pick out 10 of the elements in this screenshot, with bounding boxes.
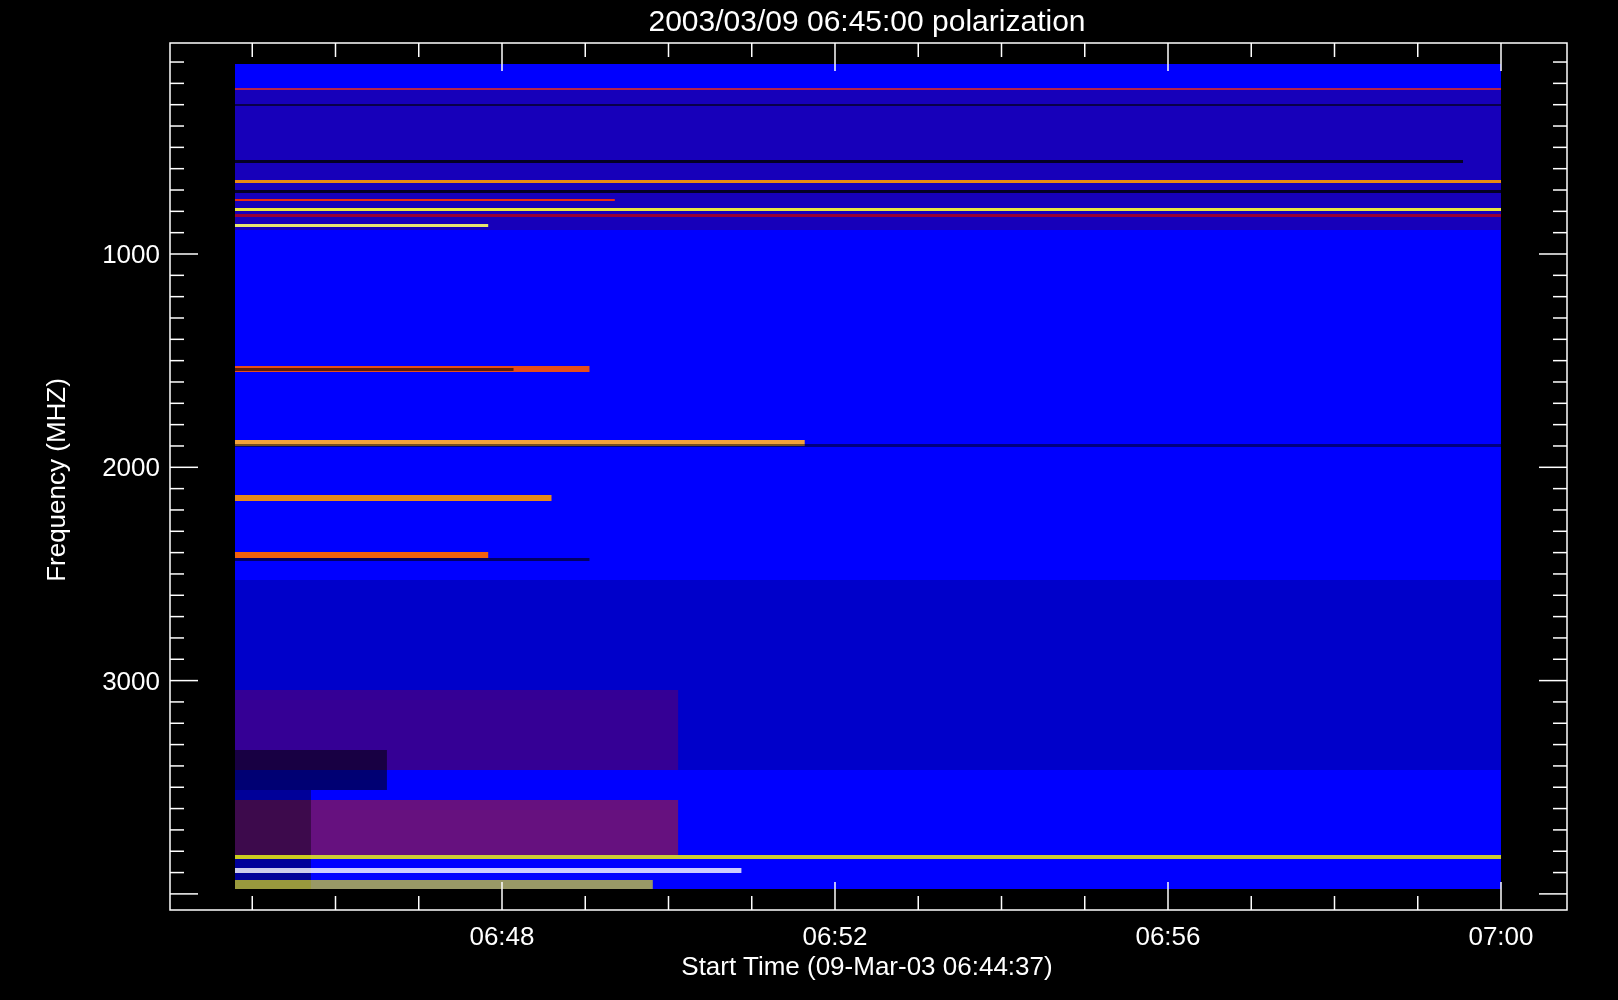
y-tick-label: 2000 [102, 452, 160, 483]
chart-title: 2003/03/09 06:45:00 polarization [648, 4, 1086, 37]
x-tick-label: 06:56 [1135, 921, 1201, 951]
x-tick-label: 07:00 [1468, 921, 1534, 951]
y-tick-label: 3000 [102, 665, 160, 696]
x-axis-label: Start Time (09-Mar-03 06:44:37) [681, 951, 1053, 981]
x-tick-label: 06:48 [469, 921, 535, 951]
y-axis-label: Frequency (MHZ) [41, 378, 71, 582]
x-tick-label: 06:52 [802, 921, 868, 951]
y-tick-label: 1000 [102, 239, 160, 269]
